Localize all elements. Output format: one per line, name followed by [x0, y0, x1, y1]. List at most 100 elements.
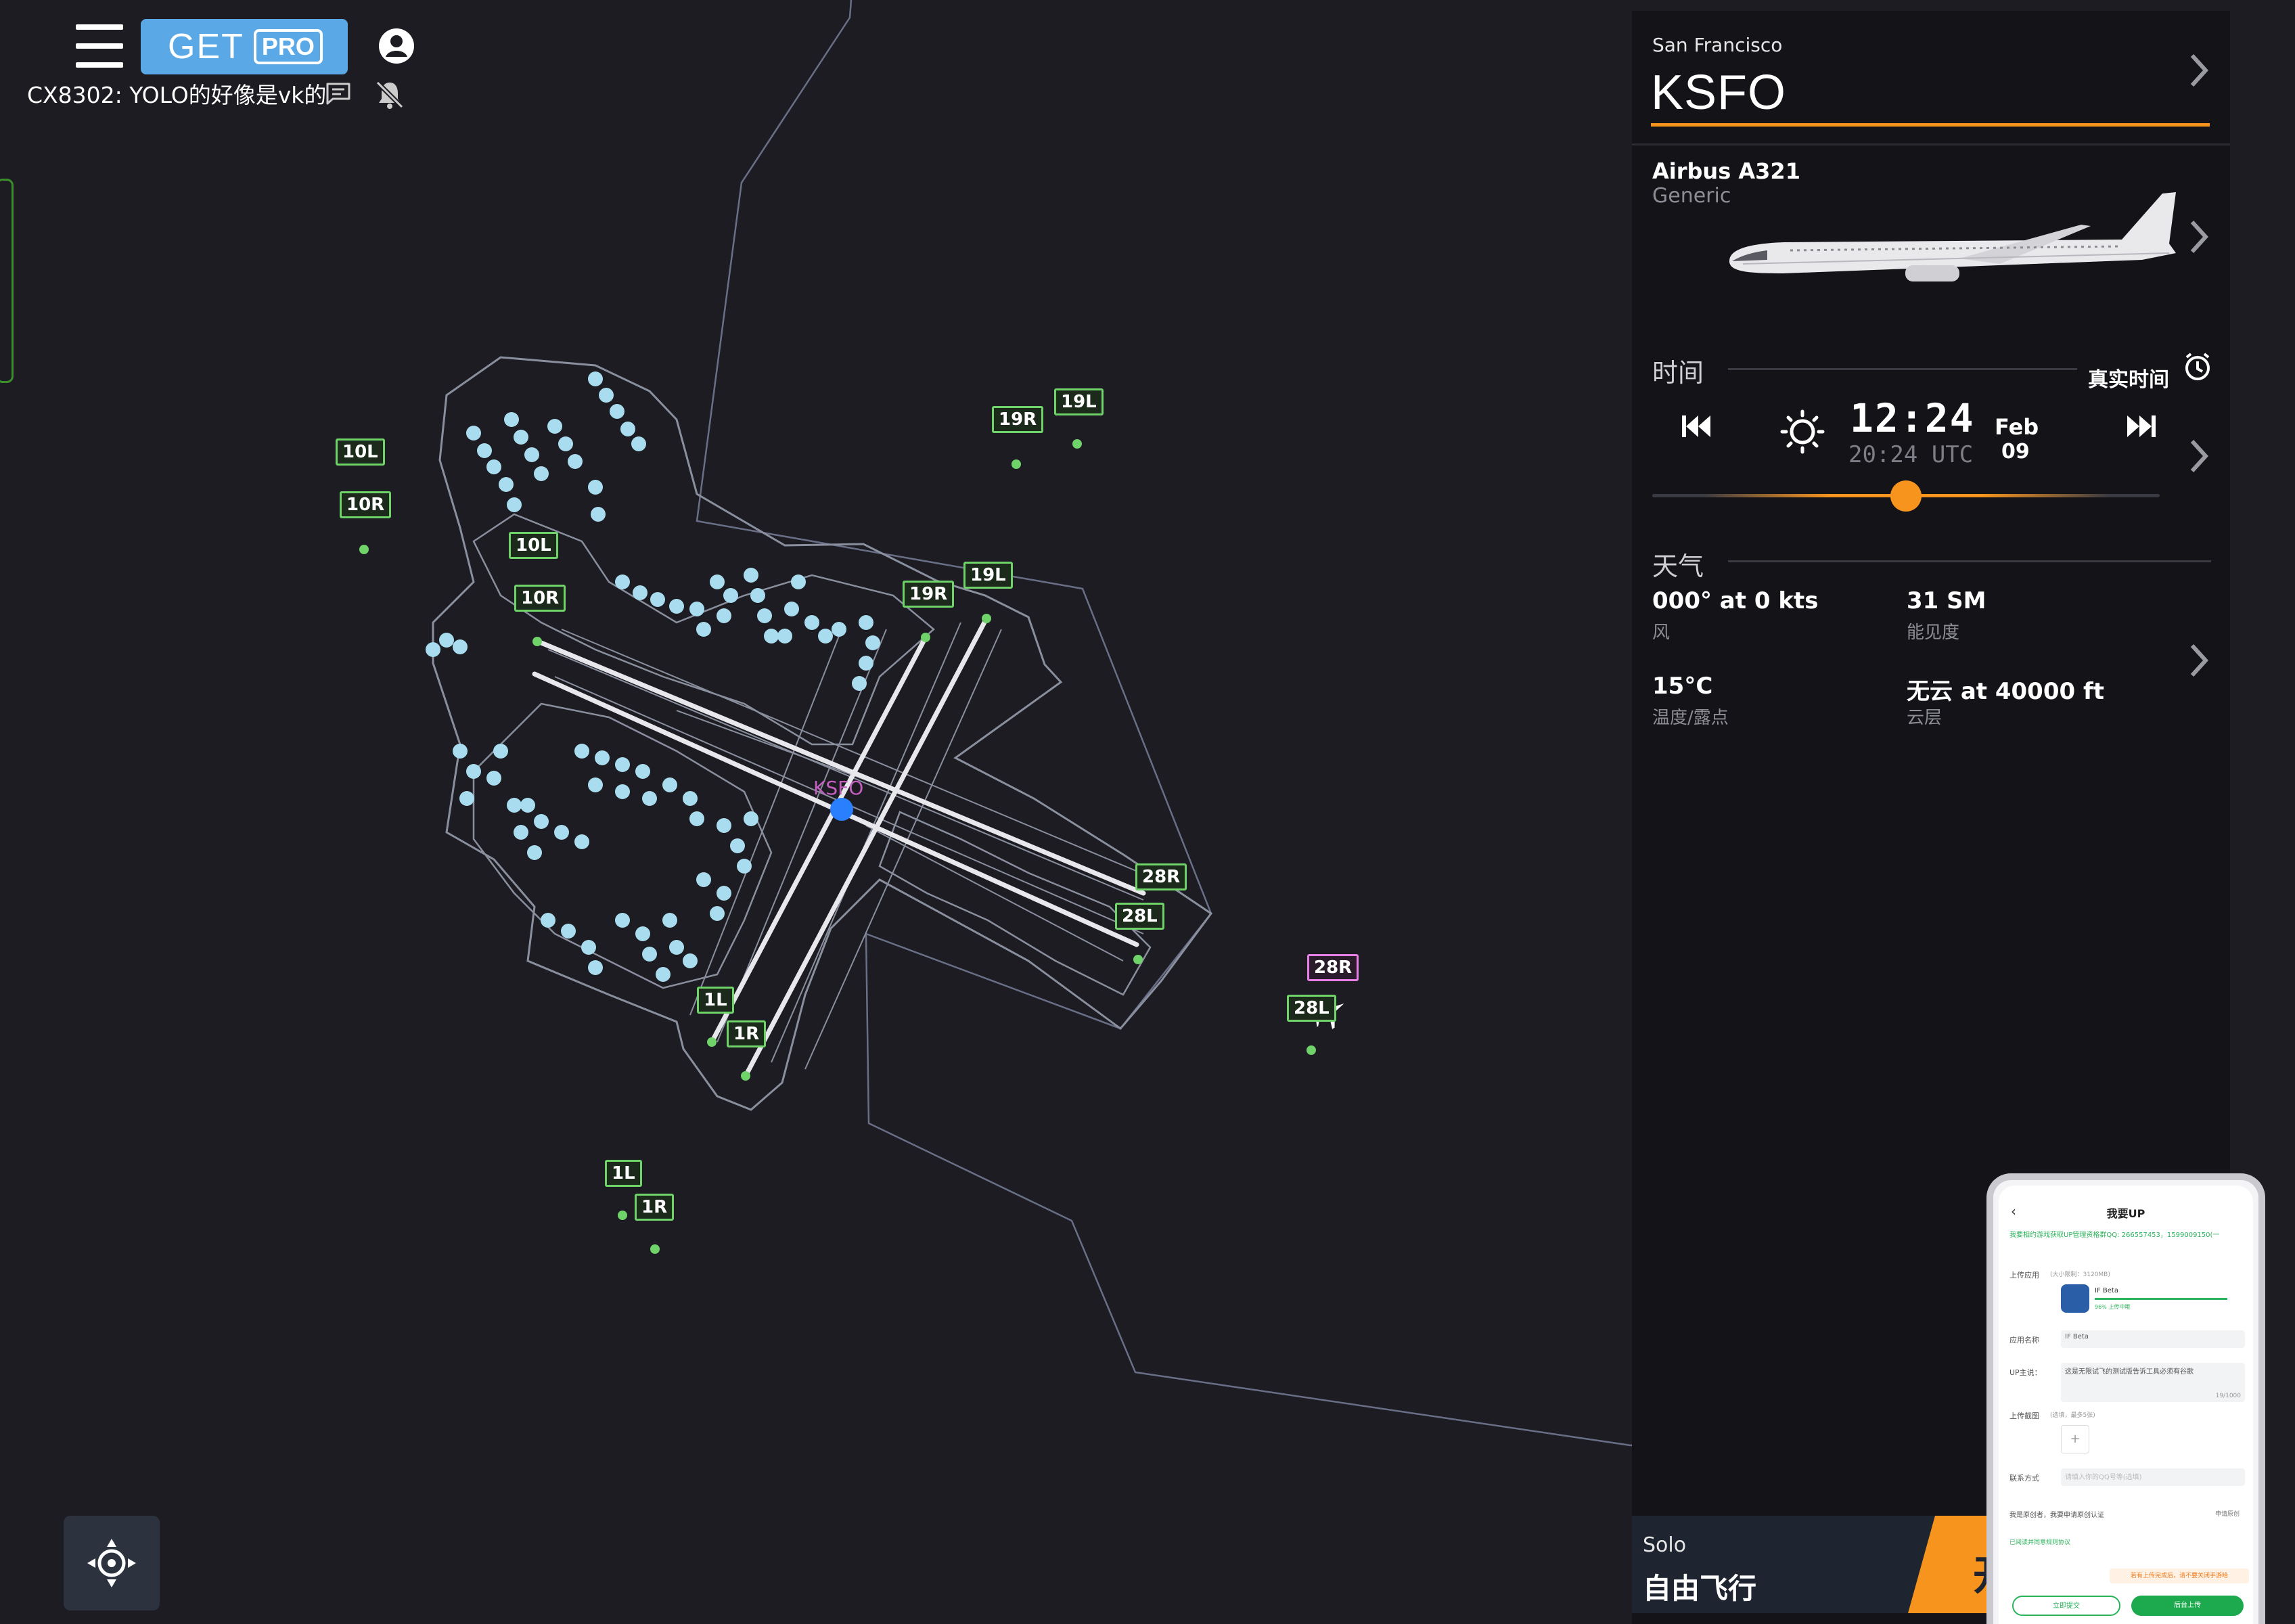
- runways: [532, 616, 1146, 1079]
- airspace-boundary-line: [696, 0, 1631, 1447]
- submit-button[interactable]: 立即提交: [2012, 1596, 2120, 1616]
- wind-value[interactable]: 000° at 0 kts: [1652, 587, 1818, 614]
- hamburger-icon-bar: [76, 62, 123, 68]
- account-icon[interactable]: [376, 26, 417, 66]
- skip-back-icon[interactable]: [1679, 413, 1713, 440]
- desc-input[interactable]: 这是无限试飞的测试版告诉工具必须有谷歌 19/1000: [2061, 1363, 2245, 1402]
- terminal-gates: [426, 371, 880, 982]
- runway-label[interactable]: 1L: [697, 987, 734, 1014]
- upload-warning: 若有上传完成后，请不要关闭手游哈: [2110, 1569, 2249, 1583]
- runway-label[interactable]: 1R: [635, 1194, 675, 1221]
- airport-perimeter: [432, 356, 1213, 1111]
- background-upload-button[interactable]: 后台上传: [2131, 1596, 2244, 1616]
- airport-map-label: KSFO: [813, 777, 864, 799]
- side-drawer-handle[interactable]: [0, 179, 14, 383]
- phone-title: 我要UP: [2106, 1207, 2145, 1220]
- chevron-right-icon[interactable]: [2188, 218, 2208, 256]
- add-screenshot-button[interactable]: +: [2061, 1425, 2089, 1453]
- runway-label[interactable]: 19R: [903, 581, 955, 608]
- name-label: 应用名称: [2009, 1336, 2039, 1345]
- apron-outline-south: [472, 702, 773, 989]
- desc-count: 19/1000: [2215, 1393, 2241, 1399]
- chevron-right-icon[interactable]: [2188, 437, 2208, 475]
- visibility-value[interactable]: 31 SM: [1907, 587, 1986, 614]
- phone-screen: ‹ 我要UP 我要相约游戏获取UP管理资格群QQ: 266557453，1599…: [1999, 1186, 2253, 1624]
- runway-label[interactable]: 28R: [1135, 863, 1187, 890]
- crosshair-icon: [87, 1539, 136, 1587]
- runway-label[interactable]: 10L: [336, 438, 385, 466]
- get-pro-button[interactable]: GET PRO: [141, 19, 348, 74]
- chat-icon[interactable]: [325, 81, 352, 106]
- get-label: GET: [168, 27, 244, 66]
- visibility-label: 能见度: [1907, 623, 1960, 643]
- runway-10L-28R: [539, 640, 1146, 896]
- clock-icon[interactable]: [2181, 351, 2214, 383]
- free-flight-label: 自由飞行: [1643, 1572, 1757, 1605]
- solo-label: Solo: [1643, 1533, 1687, 1557]
- cloud-label: 云层: [1907, 708, 1942, 728]
- temperature-label: 温度/露点: [1652, 708, 1729, 728]
- runway-1R-19L: [743, 616, 989, 1079]
- temperature-value[interactable]: 15°C: [1652, 673, 1712, 700]
- app-name: IF Beta: [2095, 1287, 2118, 1294]
- upload-label: 上传应用: [2009, 1271, 2039, 1280]
- screenshot-label: 上传截图: [2009, 1412, 2039, 1420]
- weather-section-title: 天气: [1652, 551, 1704, 581]
- taxiway-lines: [547, 622, 1158, 1070]
- time-slider-knob[interactable]: [1890, 480, 1922, 512]
- runway-label[interactable]: 19L: [963, 562, 1013, 589]
- pro-badge: PRO: [253, 29, 323, 64]
- utc-time: 20:24 UTC: [1848, 441, 1974, 468]
- phone-notice: 我要相约游戏获取UP管理资格群QQ: 266557453，1599009150(…: [2009, 1232, 2220, 1239]
- app-icon: [2061, 1284, 2089, 1313]
- date-month[interactable]: Feb: [1995, 414, 2039, 440]
- upload-progress-bar: [2095, 1298, 2227, 1300]
- realtime-label[interactable]: 真实时间: [2088, 363, 2169, 392]
- hamburger-icon-bar: [76, 43, 123, 49]
- agreement-link[interactable]: 已阅读并同意规则协议: [2009, 1537, 2070, 1546]
- upload-hint: (大小限制：3120MB): [2050, 1271, 2110, 1278]
- bell-muted-icon[interactable]: [373, 78, 406, 111]
- wind-label: 风: [1652, 623, 1671, 643]
- upload-progress-text: 96% 上传中哦: [2095, 1304, 2131, 1310]
- departure-city: San Francisco: [1652, 34, 1783, 56]
- runway-label[interactable]: 10L: [509, 532, 558, 559]
- sun-icon: [1780, 409, 1825, 454]
- desc-label: UP主说：: [2009, 1368, 2042, 1377]
- callsign-message[interactable]: CX8302: YOLO的好像是vk的: [27, 77, 326, 110]
- departure-icao[interactable]: KSFO: [1651, 65, 1786, 120]
- name-input[interactable]: IF Beta: [2061, 1330, 2245, 1348]
- aircraft-image[interactable]: [1702, 173, 2176, 322]
- section-line: [1728, 560, 2211, 562]
- desc-text: 这是无限试飞的测试版告诉工具必须有谷歌: [2065, 1368, 2194, 1376]
- runway-label[interactable]: 19R: [992, 406, 1044, 433]
- hamburger-icon: [76, 24, 123, 30]
- date-day[interactable]: 09: [2001, 440, 2030, 464]
- runway-label[interactable]: 28L: [1287, 995, 1336, 1022]
- runway-label[interactable]: 1L: [605, 1160, 642, 1187]
- contact-input[interactable]: 请填入你的QQ号等(选填): [2061, 1468, 2245, 1486]
- time-section-title: 时间: [1652, 358, 1704, 388]
- runway-label[interactable]: 10R: [514, 585, 566, 612]
- chevron-right-icon[interactable]: [2188, 641, 2208, 679]
- divider: [1632, 143, 2230, 145]
- runway-threshold-dots: [359, 439, 1316, 1254]
- menu-button[interactable]: [76, 24, 123, 68]
- runway-label[interactable]: 10R: [340, 491, 392, 518]
- original-label: 我是原创者，我要申请原创认证: [2009, 1512, 2104, 1519]
- original-toggle[interactable]: 申请原创: [2215, 1509, 2240, 1518]
- local-time: 12:24: [1850, 395, 1975, 441]
- recenter-button[interactable]: [64, 1516, 160, 1610]
- section-line: [1728, 368, 2077, 370]
- chevron-right-icon[interactable]: [2188, 51, 2208, 89]
- screenshot-hint: (选填，最多5张): [2050, 1412, 2095, 1419]
- cloud-value[interactable]: 无云 at 40000 ft: [1907, 673, 2104, 706]
- skip-forward-icon[interactable]: [2124, 413, 2158, 440]
- runway-label-highlighted[interactable]: 28R: [1307, 954, 1359, 981]
- icao-underline: [1651, 123, 2210, 127]
- airport-marker[interactable]: [830, 798, 853, 821]
- runway-label[interactable]: 19L: [1054, 388, 1104, 415]
- contact-label: 联系方式: [2009, 1474, 2039, 1483]
- runway-label[interactable]: 28L: [1115, 903, 1164, 930]
- runway-label[interactable]: 1R: [727, 1020, 767, 1047]
